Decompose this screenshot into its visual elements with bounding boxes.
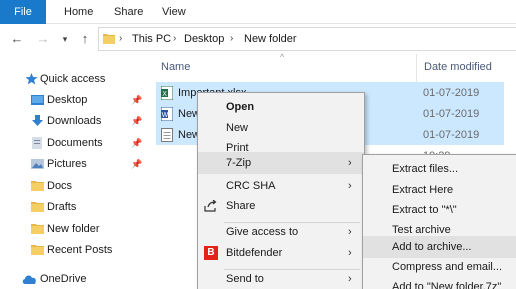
menu-item-send-to[interactable]: Send to › bbox=[198, 268, 364, 289]
tab-share[interactable]: Share bbox=[114, 0, 143, 24]
excel-file-icon: X bbox=[161, 86, 173, 100]
chevron-right-icon: › bbox=[348, 226, 352, 238]
pictures-icon bbox=[31, 159, 44, 169]
documents-icon bbox=[32, 137, 42, 149]
breadcrumb-this-pc[interactable]: This PC bbox=[132, 28, 171, 50]
up-arrow-icon[interactable]: ↑ bbox=[76, 29, 94, 49]
breadcrumb-separator-icon[interactable]: › bbox=[173, 28, 176, 50]
menu-item-bitdefender[interactable]: B Bitdefender › bbox=[198, 242, 364, 264]
nav-item-recent-posts[interactable]: Recent Posts bbox=[0, 240, 152, 260]
submenu-item-add-to-7z[interactable]: Add to "New folder.7z" bbox=[363, 276, 516, 289]
nav-item-drafts[interactable]: Drafts bbox=[0, 197, 152, 217]
nav-item-desktop[interactable]: Desktop 📌 bbox=[0, 90, 152, 110]
column-header-date-modified[interactable]: Date modified bbox=[424, 54, 492, 80]
submenu-7zip: Extract files... Extract Here Extract to… bbox=[362, 154, 516, 289]
tab-file[interactable]: File bbox=[0, 0, 46, 24]
column-divider[interactable] bbox=[416, 54, 417, 82]
address-row: ← → ▾ ↑ › This PC › Desktop › New folder bbox=[0, 25, 516, 53]
menu-item-open[interactable]: Open bbox=[198, 96, 364, 118]
submenu-item-compress-email[interactable]: Compress and email... bbox=[363, 256, 516, 278]
nav-item-onedrive[interactable]: OneDrive bbox=[0, 269, 152, 289]
breadcrumb-separator-icon: › bbox=[119, 33, 123, 44]
chevron-down-icon[interactable]: ▾ bbox=[56, 29, 74, 49]
tab-home[interactable]: Home bbox=[64, 0, 93, 24]
menu-item-share[interactable]: Share bbox=[198, 195, 364, 217]
nav-item-documents[interactable]: Documents 📌 bbox=[0, 133, 152, 153]
chevron-right-icon: › bbox=[348, 273, 352, 285]
tab-view[interactable]: View bbox=[162, 0, 186, 24]
nav-item-quick-access[interactable]: Quick access bbox=[0, 69, 152, 89]
folder-icon bbox=[31, 224, 44, 234]
pin-icon[interactable]: 📌 bbox=[131, 133, 142, 153]
word-file-icon: W bbox=[161, 107, 173, 121]
pin-icon[interactable]: 📌 bbox=[131, 90, 142, 110]
menu-item-give-access[interactable]: Give access to › bbox=[198, 221, 364, 243]
desktop-folder-icon bbox=[31, 95, 44, 105]
folder-icon bbox=[103, 34, 115, 44]
submenu-item-extract-to[interactable]: Extract to "*\" bbox=[363, 199, 516, 221]
bitdefender-icon: B bbox=[204, 246, 218, 260]
breadcrumb-desktop[interactable]: Desktop bbox=[184, 28, 224, 50]
address-bar[interactable]: › This PC › Desktop › New folder bbox=[98, 27, 516, 51]
svg-text:X: X bbox=[162, 91, 167, 98]
column-header-name[interactable]: Name bbox=[161, 54, 190, 80]
nav-item-new-folder[interactable]: New folder bbox=[0, 219, 152, 239]
pin-icon[interactable]: 📌 bbox=[131, 111, 142, 131]
menu-item-crc-sha[interactable]: CRC SHA › bbox=[198, 175, 364, 197]
navigation-pane: Quick access Desktop 📌 Downloads 📌 Docum… bbox=[0, 54, 152, 289]
share-icon bbox=[204, 200, 217, 212]
context-menu: Open New Print 7-Zip › CRC SHA › Share Giv… bbox=[197, 92, 365, 289]
nav-item-pictures[interactable]: Pictures 📌 bbox=[0, 154, 152, 174]
ribbon-tabs: File Home Share View bbox=[0, 0, 516, 24]
folder-icon bbox=[31, 181, 44, 191]
menu-item-new[interactable]: New bbox=[198, 117, 364, 139]
chevron-right-icon: › bbox=[348, 157, 352, 169]
submenu-item-extract-files[interactable]: Extract files... bbox=[363, 158, 516, 180]
pin-icon[interactable]: 📌 bbox=[131, 154, 142, 174]
text-file-icon bbox=[161, 128, 173, 142]
svg-text:W: W bbox=[162, 112, 169, 119]
chevron-right-icon: › bbox=[348, 247, 352, 259]
breadcrumb-separator-icon[interactable]: › bbox=[230, 28, 233, 50]
sort-ascending-icon: ^ bbox=[280, 52, 285, 62]
nav-item-docs[interactable]: Docs bbox=[0, 176, 152, 196]
chevron-right-icon: › bbox=[348, 180, 352, 192]
nav-item-downloads[interactable]: Downloads 📌 bbox=[0, 111, 152, 131]
star-icon bbox=[25, 73, 38, 85]
forward-arrow-icon[interactable]: → bbox=[34, 29, 52, 49]
menu-item-7zip[interactable]: 7-Zip › bbox=[198, 152, 364, 174]
back-arrow-icon[interactable]: ← bbox=[8, 29, 26, 49]
download-icon bbox=[32, 115, 43, 126]
breadcrumb-new-folder[interactable]: New folder bbox=[244, 28, 297, 50]
cloud-icon bbox=[22, 275, 36, 284]
folder-icon bbox=[31, 245, 44, 255]
submenu-item-extract-here[interactable]: Extract Here bbox=[363, 179, 516, 201]
submenu-item-add-to-archive[interactable]: Add to archive... bbox=[363, 236, 516, 258]
folder-icon bbox=[31, 202, 44, 212]
